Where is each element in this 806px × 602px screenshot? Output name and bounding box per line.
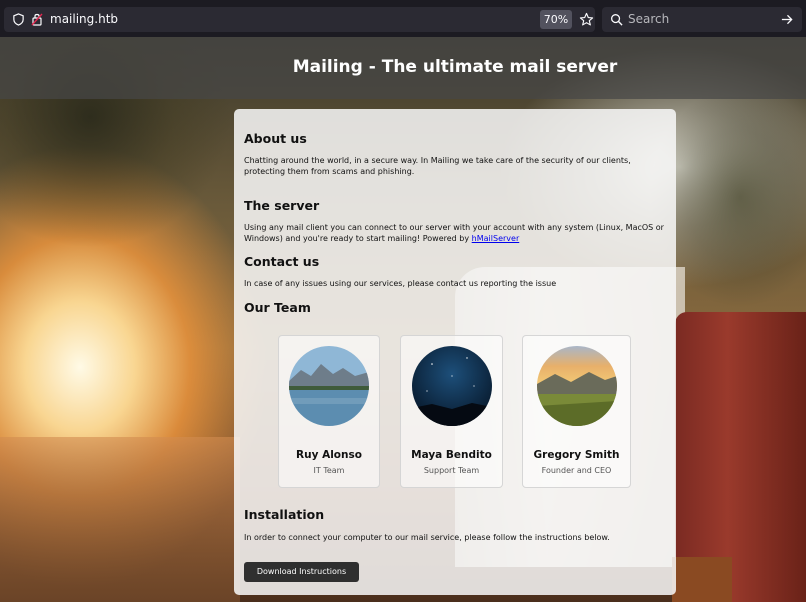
url-text[interactable]: mailing.htb	[50, 12, 118, 26]
member-role: Founder and CEO	[541, 466, 612, 475]
team-member-card: Ruy Alonso IT Team	[278, 335, 380, 488]
background-post	[672, 557, 732, 602]
search-icon	[611, 14, 623, 26]
content-card: About us Chatting around the world, in a…	[234, 109, 676, 595]
browser-toolbar: mailing.htb 70% Search	[0, 0, 806, 38]
shield-icon[interactable]	[12, 13, 25, 26]
server-text: Using any mail client you can connect to…	[244, 223, 664, 244]
installation-heading: Installation	[244, 507, 325, 522]
page-content: Mailing - The ultimate mail server About…	[0, 37, 806, 602]
hmailserver-link[interactable]: hMailServer	[472, 234, 520, 243]
background-road	[0, 437, 240, 602]
lock-icon[interactable]	[31, 12, 43, 26]
about-text: Chatting around the world, in a secure w…	[244, 156, 631, 176]
server-heading: The server	[244, 198, 320, 213]
avatar	[537, 346, 617, 426]
site-title: Mailing - The ultimate mail server	[292, 57, 618, 77]
download-instructions-button[interactable]: Download Instructions	[244, 562, 359, 582]
member-role: IT Team	[313, 466, 345, 475]
team-heading: Our Team	[244, 300, 311, 315]
about-heading: About us	[244, 131, 307, 146]
zoom-badge[interactable]: 70%	[540, 10, 572, 29]
member-role: Support Team	[423, 466, 480, 475]
site-header: Mailing - The ultimate mail server	[0, 37, 806, 99]
member-name: Maya Bendito	[411, 449, 492, 461]
avatar	[289, 346, 369, 426]
team-member-card: Maya Bendito Support Team	[400, 335, 503, 488]
star-icon[interactable]	[579, 12, 594, 27]
search-placeholder: Search	[628, 12, 670, 26]
contact-text: In case of any issues using our services…	[244, 279, 557, 288]
contact-heading: Contact us	[244, 254, 320, 269]
server-text-body: Using any mail client you can connect to…	[244, 223, 664, 243]
address-bar[interactable]: mailing.htb 70%	[4, 7, 595, 32]
installation-text: In order to connect your computer to our…	[244, 533, 610, 542]
member-name: Ruy Alonso	[296, 449, 362, 461]
arrow-right-icon[interactable]	[780, 13, 794, 26]
search-bar[interactable]: Search	[602, 7, 802, 32]
avatar	[412, 346, 492, 426]
member-name: Gregory Smith	[533, 449, 620, 461]
team-member-card: Gregory Smith Founder and CEO	[522, 335, 631, 488]
